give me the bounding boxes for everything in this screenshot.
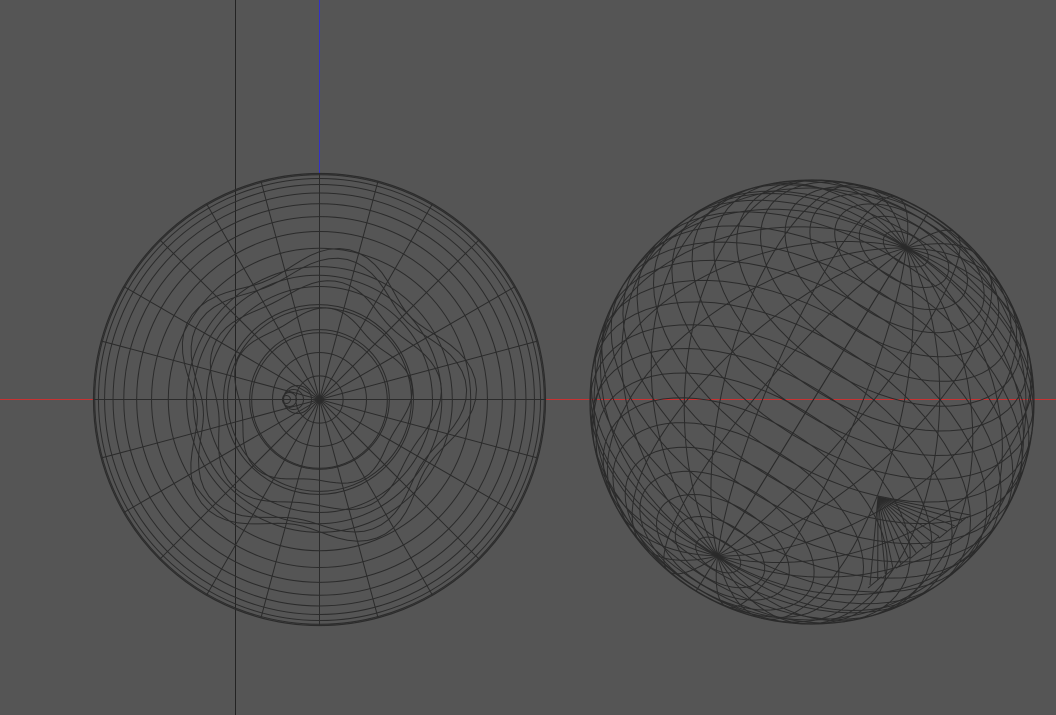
meridian-line (123, 286, 320, 400)
meridian-line (319, 181, 379, 400)
meridian-line (319, 239, 480, 400)
meridian-line (717, 247, 1018, 557)
meridian-line (710, 184, 907, 557)
meridian-line (606, 247, 907, 557)
meridian-line (319, 203, 433, 400)
meridian-line (260, 399, 320, 618)
meridian-line (717, 247, 1003, 612)
sphere-wireframe-top-view[interactable] (92, 172, 547, 627)
meridian-line (717, 247, 914, 620)
meridian-line (319, 286, 516, 400)
meridian-line (319, 399, 516, 513)
meridian-line (621, 192, 907, 557)
meridian-line (663, 247, 907, 575)
meridian-line (717, 229, 961, 557)
meridian-line (319, 399, 538, 459)
meridian-line (206, 399, 320, 596)
meridian-line (319, 340, 538, 400)
3d-viewport[interactable] (0, 0, 1056, 715)
meridian-line (123, 399, 320, 513)
sphere-wireframe-rotated-view[interactable] (589, 179, 1035, 625)
meridian-line (319, 399, 433, 596)
viewport-canvas[interactable] (0, 0, 1056, 715)
meridian-line (319, 399, 379, 618)
meridian-line (260, 181, 320, 400)
